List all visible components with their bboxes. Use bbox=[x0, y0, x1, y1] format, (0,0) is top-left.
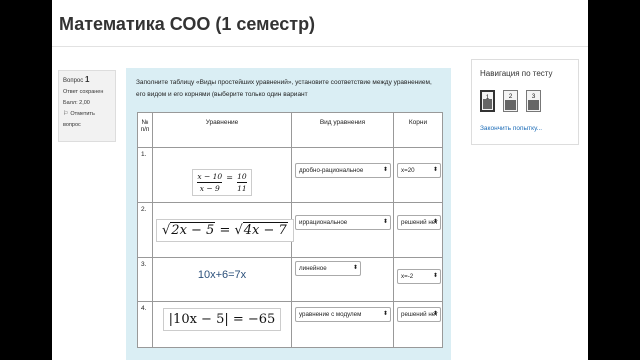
table-header-row: № п/п Уравнение Вид уравнения Корни bbox=[137, 112, 443, 148]
select-arrow-icon: ⬍ bbox=[432, 311, 438, 317]
equation-text: 10x+6=7x bbox=[197, 269, 247, 281]
type-select[interactable]: уравнение с модулем ⬍ bbox=[295, 307, 391, 322]
roots-select[interactable]: решений нет ⬍ bbox=[397, 215, 441, 230]
roots-select[interactable]: решений нет ⬍ bbox=[397, 307, 441, 322]
type-select[interactable]: линейное ⬍ bbox=[295, 261, 361, 276]
question-formulation: Заполните таблицу «Виды простейших уравн… bbox=[126, 68, 451, 360]
equation-image: |10x − 5| = −65 bbox=[162, 308, 282, 331]
finish-attempt-link[interactable]: Закончить попытку... bbox=[480, 125, 542, 132]
row-number: 3. bbox=[137, 257, 153, 302]
divider bbox=[52, 46, 588, 47]
table-row: 4. |10x − 5| = −65 уравнение с модулем ⬍ … bbox=[137, 301, 443, 348]
roots-cell: решений нет ⬍ bbox=[393, 202, 443, 258]
select-arrow-icon: ⬍ bbox=[352, 265, 358, 271]
type-select[interactable]: иррациональное ⬍ bbox=[295, 215, 391, 230]
nav-title: Навигация по тесту bbox=[480, 69, 553, 78]
select-arrow-icon: ⬍ bbox=[432, 167, 438, 173]
flag-question-link[interactable]: ⚐ Отметить вопрос bbox=[63, 109, 111, 131]
header-equation: Уравнение bbox=[152, 112, 292, 148]
question-instruction: Заполните таблицу «Виды простейших уравн… bbox=[136, 79, 432, 98]
recorder-watermark: www.BANDICAM.com bbox=[257, 2, 383, 15]
table-row: 1. x − 10 x − 9 = 10 11 дробно-рациональ… bbox=[137, 147, 443, 203]
equation-image: √2x − 5 = √4x − 7 bbox=[156, 219, 294, 242]
roots-cell: решений нет ⬍ bbox=[393, 301, 443, 348]
roots-select[interactable]: x=-2 ⬍ bbox=[397, 269, 441, 284]
header-roots: Корни bbox=[393, 112, 443, 148]
nav-question-1[interactable]: 1 bbox=[480, 90, 495, 112]
equation-cell: x − 10 x − 9 = 10 11 bbox=[152, 147, 292, 203]
header-type: Вид уравнения bbox=[291, 112, 394, 148]
type-select[interactable]: дробно-рациональное ⬍ bbox=[295, 163, 391, 178]
equations-table: № п/п Уравнение Вид уравнения Корни 1. x… bbox=[137, 112, 443, 348]
question-status: Ответ сохранен bbox=[63, 89, 104, 95]
nav-question-3[interactable]: 3 bbox=[526, 90, 541, 112]
select-arrow-icon: ⬍ bbox=[382, 311, 388, 317]
quiz-navigation: Навигация по тесту 1 2 3 Закончить попыт… bbox=[471, 59, 579, 145]
select-arrow-icon: ⬍ bbox=[382, 167, 388, 173]
select-arrow-icon: ⬍ bbox=[432, 273, 438, 279]
question-number: Вопрос 1 bbox=[63, 75, 90, 84]
equation-cell: |10x − 5| = −65 bbox=[152, 301, 292, 348]
header-num: № п/п bbox=[137, 112, 153, 148]
type-cell: иррациональное ⬍ bbox=[291, 202, 394, 258]
browser-page: www.BANDICAM.com Математика СОО (1 семес… bbox=[52, 0, 588, 360]
row-number: 4. bbox=[137, 301, 153, 348]
roots-cell: x=20 ⬍ bbox=[393, 147, 443, 203]
roots-select[interactable]: x=20 ⬍ bbox=[397, 163, 441, 178]
equation-image: x − 10 x − 9 = 10 11 bbox=[192, 169, 252, 196]
type-cell: уравнение с модулем ⬍ bbox=[291, 301, 394, 348]
row-number: 2. bbox=[137, 202, 153, 258]
nav-question-2[interactable]: 2 bbox=[503, 90, 518, 112]
select-arrow-icon: ⬍ bbox=[432, 219, 438, 225]
page-title: Математика СОО (1 семестр) bbox=[59, 14, 316, 34]
type-cell: линейное ⬍ bbox=[291, 257, 394, 302]
table-row: 3. 10x+6=7x линейное ⬍ x=-2 ⬍ bbox=[137, 257, 443, 302]
question-grade: Балл: 2,00 bbox=[63, 100, 90, 106]
table-row: 2. √2x − 5 = √4x − 7 иррациональное ⬍ реш… bbox=[137, 202, 443, 258]
type-cell: дробно-рациональное ⬍ bbox=[291, 147, 394, 203]
question-info-panel: Вопрос 1 Ответ сохранен Балл: 2,00 ⚐ Отме… bbox=[58, 70, 116, 142]
flag-icon: ⚐ bbox=[63, 111, 69, 117]
equation-cell: √2x − 5 = √4x − 7 bbox=[152, 202, 294, 258]
select-arrow-icon: ⬍ bbox=[382, 219, 388, 225]
equation-cell: 10x+6=7x bbox=[152, 257, 292, 302]
roots-cell: x=-2 ⬍ bbox=[393, 257, 443, 302]
row-number: 1. bbox=[137, 147, 153, 203]
